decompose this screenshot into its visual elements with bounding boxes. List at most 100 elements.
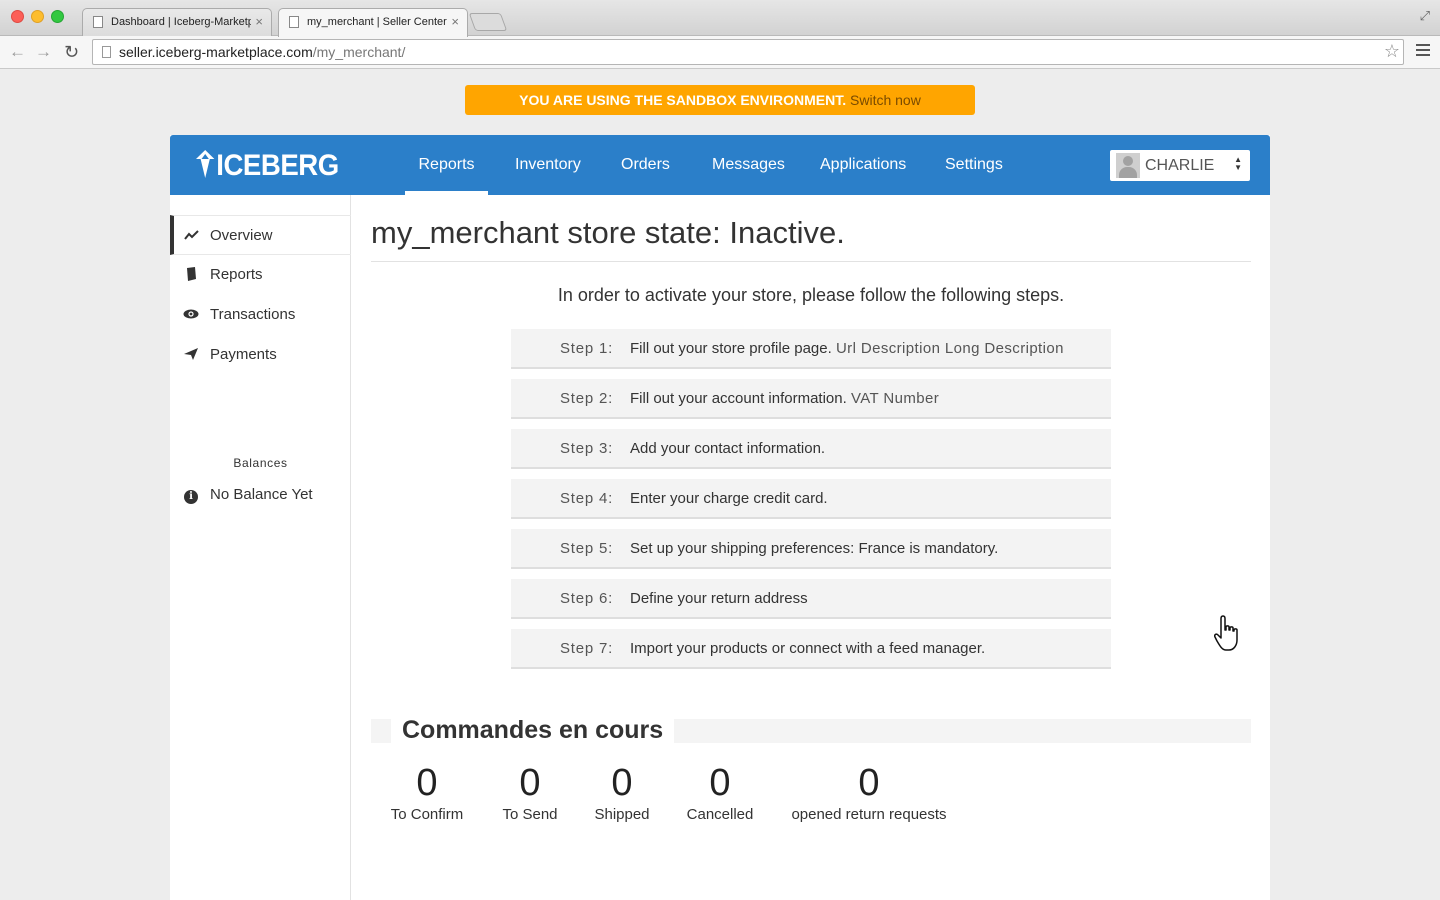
step-7[interactable]: Step 7: Import your products or connect … [511, 629, 1111, 669]
sidebar-item-label: No Balance Yet [210, 486, 313, 503]
switch-now-link[interactable]: Switch now [850, 92, 921, 108]
step-text: Add your contact information. [630, 440, 826, 457]
sidebar-item-label: Reports [210, 266, 263, 283]
step-4[interactable]: Step 4: Enter your charge credit card. [511, 479, 1111, 519]
stat-value: 0 [519, 762, 541, 804]
browser-toolbar: ← → ↻ seller.iceberg-marketplace.com/my_… [0, 36, 1440, 69]
address-bar[interactable]: seller.iceberg-marketplace.com/my_mercha… [92, 39, 1404, 65]
stat-label: To Confirm [390, 806, 464, 823]
sidebar-item-no-balance[interactable]: i No Balance Yet [170, 475, 351, 515]
top-navigation: ICEBERG Reports Inventory Orders Message… [170, 135, 1270, 195]
browser-tabstrip: Dashboard | Iceberg-Marketplace × my_mer… [0, 0, 1440, 37]
step-2[interactable]: Step 2: Fill out your account informatio… [511, 379, 1111, 419]
page-icon [289, 16, 299, 28]
fullscreen-icon[interactable]: ⤢ [1420, 8, 1430, 24]
sidebar-item-label: Transactions [210, 306, 296, 323]
step-6[interactable]: Step 6: Define your return address [511, 579, 1111, 619]
step-label: Step 5: [560, 540, 614, 557]
user-name: CHARLIE [1145, 157, 1215, 174]
stat-to-send[interactable]: 0 To Send [500, 763, 560, 823]
nav-settings[interactable]: Settings [945, 135, 1003, 195]
tab-title: Dashboard | Iceberg-Marketplace [111, 16, 251, 28]
stat-to-confirm[interactable]: 0 To Confirm [387, 763, 467, 823]
step-label: Step 7: [560, 640, 614, 657]
balances-heading: Balances [233, 456, 288, 470]
stat-value: 0 [709, 762, 731, 804]
sidebar-item-overview[interactable]: Overview [170, 215, 351, 255]
step-text: Fill out your account information. VAT N… [630, 390, 940, 407]
browser-tab-my-merchant[interactable]: my_merchant | Seller Center × [278, 8, 468, 37]
app-container: ICEBERG Reports Inventory Orders Message… [170, 135, 1270, 900]
divider [371, 261, 1251, 262]
step-text: Import your products or connect with a f… [630, 640, 986, 657]
bookmark-star-icon[interactable]: ☆ [1384, 41, 1400, 62]
hand-pointer-icon [1214, 615, 1238, 651]
step-label: Step 3: [560, 440, 614, 457]
window-zoom-button[interactable] [51, 10, 64, 23]
stat-label: Shipped [594, 806, 650, 823]
page-icon [102, 46, 111, 58]
nav-messages[interactable]: Messages [712, 135, 785, 195]
step-text: Enter your charge credit card. [630, 490, 828, 507]
step-1[interactable]: Step 1: Fill out your store profile page… [511, 329, 1111, 369]
step-text: Define your return address [630, 590, 808, 607]
sidebar-item-label: Payments [210, 346, 277, 363]
stat-label: Cancelled [686, 806, 754, 823]
tab-close-icon[interactable]: × [255, 9, 263, 35]
iceberg-logo-icon [196, 150, 215, 178]
step-label: Step 2: [560, 390, 614, 407]
nav-reports[interactable]: Reports [405, 135, 488, 195]
info-icon: i [183, 475, 199, 515]
user-select[interactable]: CHARLIE ▲ ▼ [1110, 150, 1250, 181]
activation-intro: In order to activate your store, please … [557, 285, 1065, 305]
sandbox-banner: YOU ARE USING THE SANDBOX ENVIRONMENT. S… [465, 85, 975, 115]
stat-shipped[interactable]: 0 Shipped [592, 763, 652, 823]
page-icon [93, 16, 103, 28]
sidebar-item-payments[interactable]: Payments [170, 335, 351, 375]
back-arrow-icon[interactable]: ← [9, 41, 26, 63]
avatar [1116, 153, 1140, 178]
stat-value: 0 [611, 762, 633, 804]
tab-close-icon[interactable]: × [451, 9, 459, 35]
line-chart-icon [183, 216, 199, 256]
eye-icon [183, 295, 199, 335]
sidebar-item-label: Overview [210, 227, 273, 244]
stat-return-requests[interactable]: 0 opened return requests [789, 763, 949, 823]
missing-fields: VAT Number [850, 390, 940, 407]
sandbox-message: YOU ARE USING THE SANDBOX ENVIRONMENT. [519, 92, 847, 108]
page-title: my_merchant store state: Inactive. [371, 215, 845, 250]
reload-icon[interactable]: ↻ [64, 41, 79, 63]
orders-heading: Commandes en cours [391, 715, 675, 745]
browser-menu-icon[interactable] [1416, 44, 1430, 59]
step-3[interactable]: Step 3: Add your contact information. [511, 429, 1111, 469]
sort-arrows-icon: ▲ ▼ [1234, 155, 1242, 172]
stat-label: opened return requests [791, 806, 947, 823]
new-tab-button[interactable] [468, 13, 508, 31]
step-text: Fill out your store profile page. Url De… [630, 340, 1064, 357]
sidebar: Overview Reports Transactions Payments B… [170, 195, 351, 900]
stat-label: To Send [502, 806, 558, 823]
nav-applications[interactable]: Applications [820, 135, 906, 195]
browser-tab-dashboard[interactable]: Dashboard | Iceberg-Marketplace × [82, 8, 272, 36]
window-close-button[interactable] [11, 10, 24, 23]
sidebar-item-reports[interactable]: Reports [170, 255, 351, 295]
stat-cancelled[interactable]: 0 Cancelled [685, 763, 755, 823]
sidebar-item-transactions[interactable]: Transactions [170, 295, 351, 335]
step-label: Step 4: [560, 490, 614, 507]
window-minimize-button[interactable] [31, 10, 44, 23]
forward-arrow-icon[interactable]: → [35, 41, 52, 63]
missing-fields: Url Description Long Description [835, 340, 1064, 357]
step-label: Step 1: [560, 340, 614, 357]
tab-title: my_merchant | Seller Center [307, 16, 447, 28]
step-label: Step 6: [560, 590, 614, 607]
book-icon [183, 255, 199, 295]
stat-value: 0 [416, 762, 438, 804]
nav-inventory[interactable]: Inventory [515, 135, 581, 195]
step-text: Set up your shipping preferences: France… [630, 540, 999, 557]
stat-value: 0 [858, 762, 880, 804]
step-5[interactable]: Step 5: Set up your shipping preferences… [511, 529, 1111, 569]
nav-orders[interactable]: Orders [621, 135, 670, 195]
url-text[interactable]: seller.iceberg-marketplace.com/my_mercha… [119, 44, 405, 60]
paper-plane-icon [183, 335, 199, 375]
iceberg-logo[interactable]: ICEBERG [196, 149, 339, 183]
